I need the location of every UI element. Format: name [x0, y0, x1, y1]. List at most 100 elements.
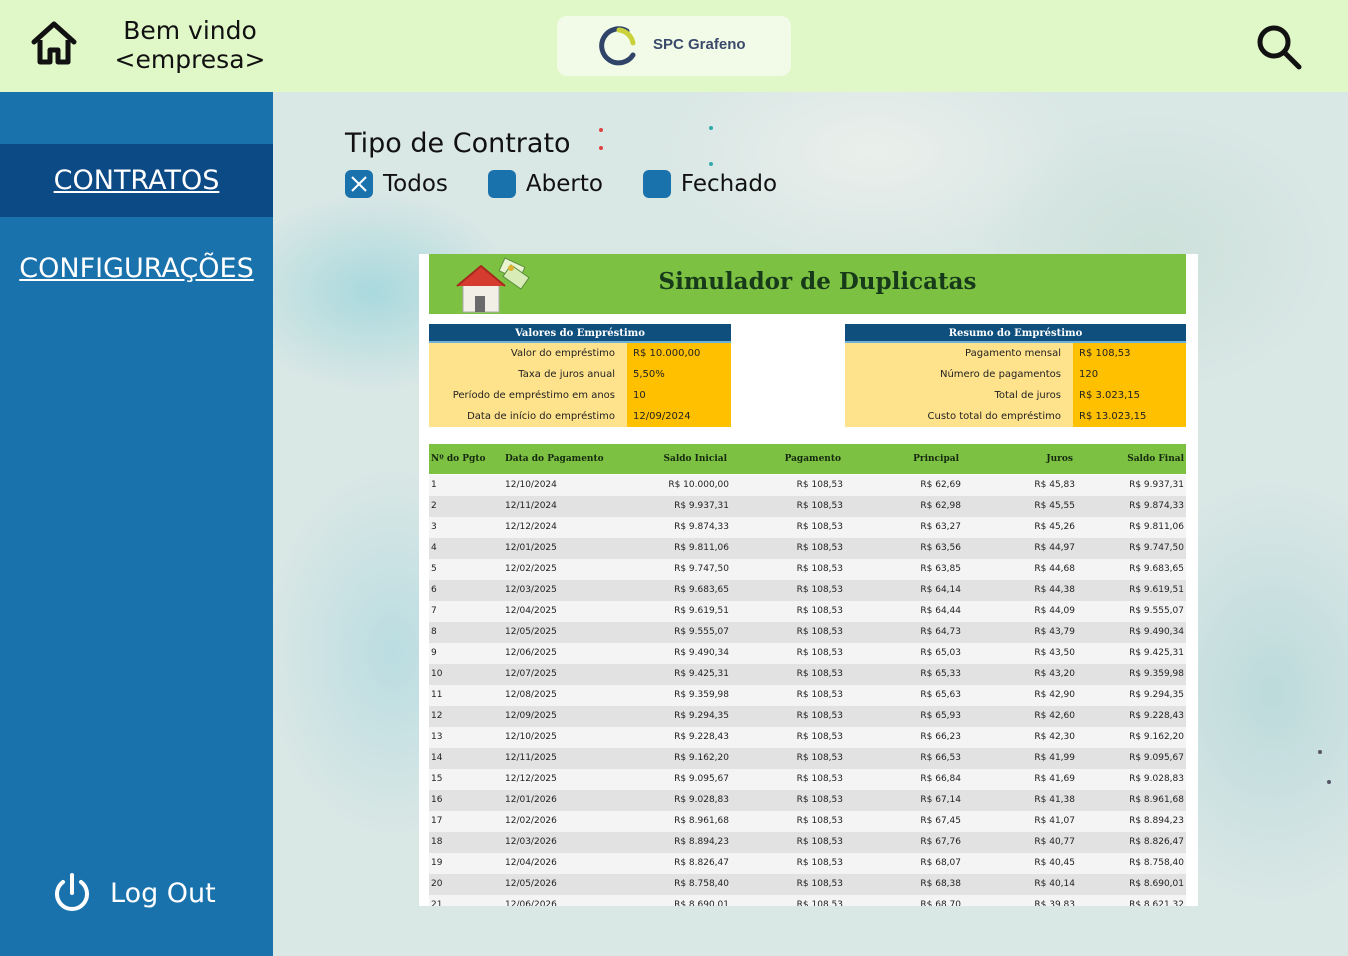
table-cell: R$ 9.937,31: [674, 501, 729, 511]
table-cell: R$ 44,97: [1034, 543, 1075, 553]
table-cell: R$ 9.162,20: [674, 753, 729, 763]
table-cell: R$ 9.874,33: [1129, 501, 1184, 511]
welcome-message: Bem vindo <empresa>: [110, 16, 270, 74]
table-cell: R$ 108,53: [796, 753, 843, 763]
table-cell: 12/01/2026: [505, 795, 557, 805]
checkbox-fechado[interactable]: [642, 170, 671, 198]
table-cell: R$ 40,14: [1034, 879, 1075, 889]
table-cell: 12/03/2025: [505, 585, 557, 595]
table-cell: R$ 108,53: [796, 585, 843, 595]
contract-type-filters: Todos Aberto Fechado: [345, 170, 817, 198]
sidebar-item-configuracoes[interactable]: CONFIGURAÇÕES: [0, 246, 273, 292]
table-cell: R$ 64,73: [920, 627, 961, 637]
paint-speck: [709, 162, 713, 166]
table-row: 13 12/10/2025 R$ 9.228,43 R$ 108,53 R$ 66,23…: [429, 727, 1186, 748]
table-cell: 12/05/2026: [505, 879, 557, 889]
table-row: 20 12/05/2026 R$ 8.758,40 R$ 108,53 R$ 68,38…: [429, 874, 1186, 895]
table-cell: R$ 8.894,23: [674, 837, 729, 847]
loan-value-cell[interactable]: 10: [627, 385, 731, 406]
table-cell: 12/10/2024: [505, 480, 557, 490]
table-cell: R$ 45,26: [1034, 522, 1075, 532]
table-cell: R$ 68,38: [920, 879, 961, 889]
table-row: 5 12/02/2025 R$ 9.747,50 R$ 108,53 R$ 63,85 R…: [429, 559, 1186, 580]
filter-fechado[interactable]: Fechado: [642, 170, 778, 198]
paint-speck: [1318, 750, 1322, 754]
filter-todos[interactable]: Todos: [345, 170, 448, 198]
table-cell: 12/02/2025: [505, 564, 557, 574]
loan-value-cell[interactable]: 12/09/2024: [627, 406, 731, 427]
table-cell: 6: [431, 585, 437, 595]
table-cell: R$ 65,63: [920, 690, 961, 700]
table-cell: R$ 108,53: [796, 732, 843, 742]
table-cell: R$ 8.894,23: [1129, 816, 1184, 826]
table-cell: 9: [431, 648, 437, 658]
table-cell: R$ 108,53: [796, 900, 843, 906]
logout-button[interactable]: Log Out: [50, 870, 216, 916]
table-cell: R$ 8.621,32: [1129, 900, 1184, 906]
table-cell: R$ 108,53: [796, 522, 843, 532]
loan-summary-box: Resumo do Empréstimo Pagamento mensal R$ …: [845, 324, 1186, 427]
table-row: 2 12/11/2024 R$ 9.937,31 R$ 108,53 R$ 62,98 R…: [429, 496, 1186, 517]
table-cell: R$ 45,83: [1034, 480, 1075, 490]
loan-value-label: Valor do empréstimo: [429, 343, 627, 364]
filter-label: Todos: [383, 171, 448, 197]
loan-value-cell[interactable]: R$ 10.000,00: [627, 343, 731, 364]
table-cell: R$ 65,93: [920, 711, 961, 721]
table-row: 4 12/01/2025 R$ 9.811,06 R$ 108,53 R$ 63,56 R…: [429, 538, 1186, 559]
table-cell: R$ 43,79: [1034, 627, 1075, 637]
table-cell: R$ 41,38: [1034, 795, 1075, 805]
search-button[interactable]: [1254, 22, 1304, 72]
table-cell: 4: [431, 543, 437, 553]
table-cell: 10: [431, 669, 443, 679]
table-cell: 12/06/2025: [505, 648, 557, 658]
table-cell: R$ 108,53: [796, 543, 843, 553]
top-header: Bem vindo <empresa> SPC Grafeno: [0, 0, 1348, 92]
table-cell: R$ 9.555,07: [674, 627, 729, 637]
table-cell: R$ 40,45: [1034, 858, 1075, 868]
table-cell: R$ 68,07: [920, 858, 961, 868]
table-cell: R$ 66,23: [920, 732, 961, 742]
filter-label: Fechado: [680, 171, 778, 197]
logout-label: Log Out: [110, 877, 216, 909]
table-cell: R$ 9.425,31: [1129, 648, 1184, 658]
table-cell: 12: [431, 711, 443, 721]
table-cell: R$ 9.095,67: [674, 774, 729, 784]
loan-summary-row: Custo total do empréstimo R$ 13.023,15: [845, 406, 1186, 427]
table-cell: 5: [431, 564, 437, 574]
table-cell: R$ 108,53: [796, 879, 843, 889]
loan-value-cell[interactable]: 5,50%: [627, 364, 731, 385]
loan-value-row: Valor do empréstimo R$ 10.000,00: [429, 343, 731, 364]
checkbox-todos[interactable]: [345, 170, 373, 198]
table-cell: R$ 8.826,47: [1129, 837, 1184, 847]
table-cell: 12/08/2025: [505, 690, 557, 700]
table-cell: 12/10/2025: [505, 732, 557, 742]
table-cell: R$ 108,53: [796, 816, 843, 826]
table-cell: 12/05/2025: [505, 627, 557, 637]
table-cell: R$ 44,68: [1034, 564, 1075, 574]
sheet-title: Simulador de Duplicatas: [658, 268, 977, 295]
table-cell: R$ 9.555,07: [1129, 606, 1184, 616]
table-cell: R$ 9.937,31: [1129, 480, 1184, 490]
table-cell: R$ 9.028,83: [1129, 774, 1184, 784]
table-cell: R$ 64,44: [920, 606, 961, 616]
filter-aberto[interactable]: Aberto: [487, 170, 603, 198]
table-cell: R$ 9.490,34: [1129, 627, 1184, 637]
table-row: 6 12/03/2025 R$ 9.683,65 R$ 108,53 R$ 64,14 R…: [429, 580, 1186, 601]
table-row: 9 12/06/2025 R$ 9.490,34 R$ 108,53 R$ 65,03 R…: [429, 643, 1186, 664]
home-button[interactable]: [28, 18, 80, 70]
table-cell: R$ 8.758,40: [1129, 858, 1184, 868]
table-cell: 18: [431, 837, 443, 847]
table-cell: R$ 9.811,06: [674, 543, 729, 553]
paint-speck: [709, 126, 713, 130]
table-cell: R$ 9.228,43: [1129, 711, 1184, 721]
table-row: 21 12/06/2026 R$ 8.690,01 R$ 108,53 R$ 68,70…: [429, 895, 1186, 906]
loan-summary-row: Número de pagamentos 120: [845, 364, 1186, 385]
table-cell: R$ 43,50: [1034, 648, 1075, 658]
table-cell: R$ 8.961,68: [1129, 795, 1184, 805]
sidebar-item-contratos[interactable]: CONTRATOS: [0, 144, 273, 217]
checkbox-aberto[interactable]: [487, 170, 516, 198]
table-cell: R$ 9.228,43: [674, 732, 729, 742]
home-icon: [31, 21, 77, 65]
table-cell: R$ 9.162,20: [1129, 732, 1184, 742]
loan-values-header: Valores do Empréstimo: [429, 324, 731, 343]
